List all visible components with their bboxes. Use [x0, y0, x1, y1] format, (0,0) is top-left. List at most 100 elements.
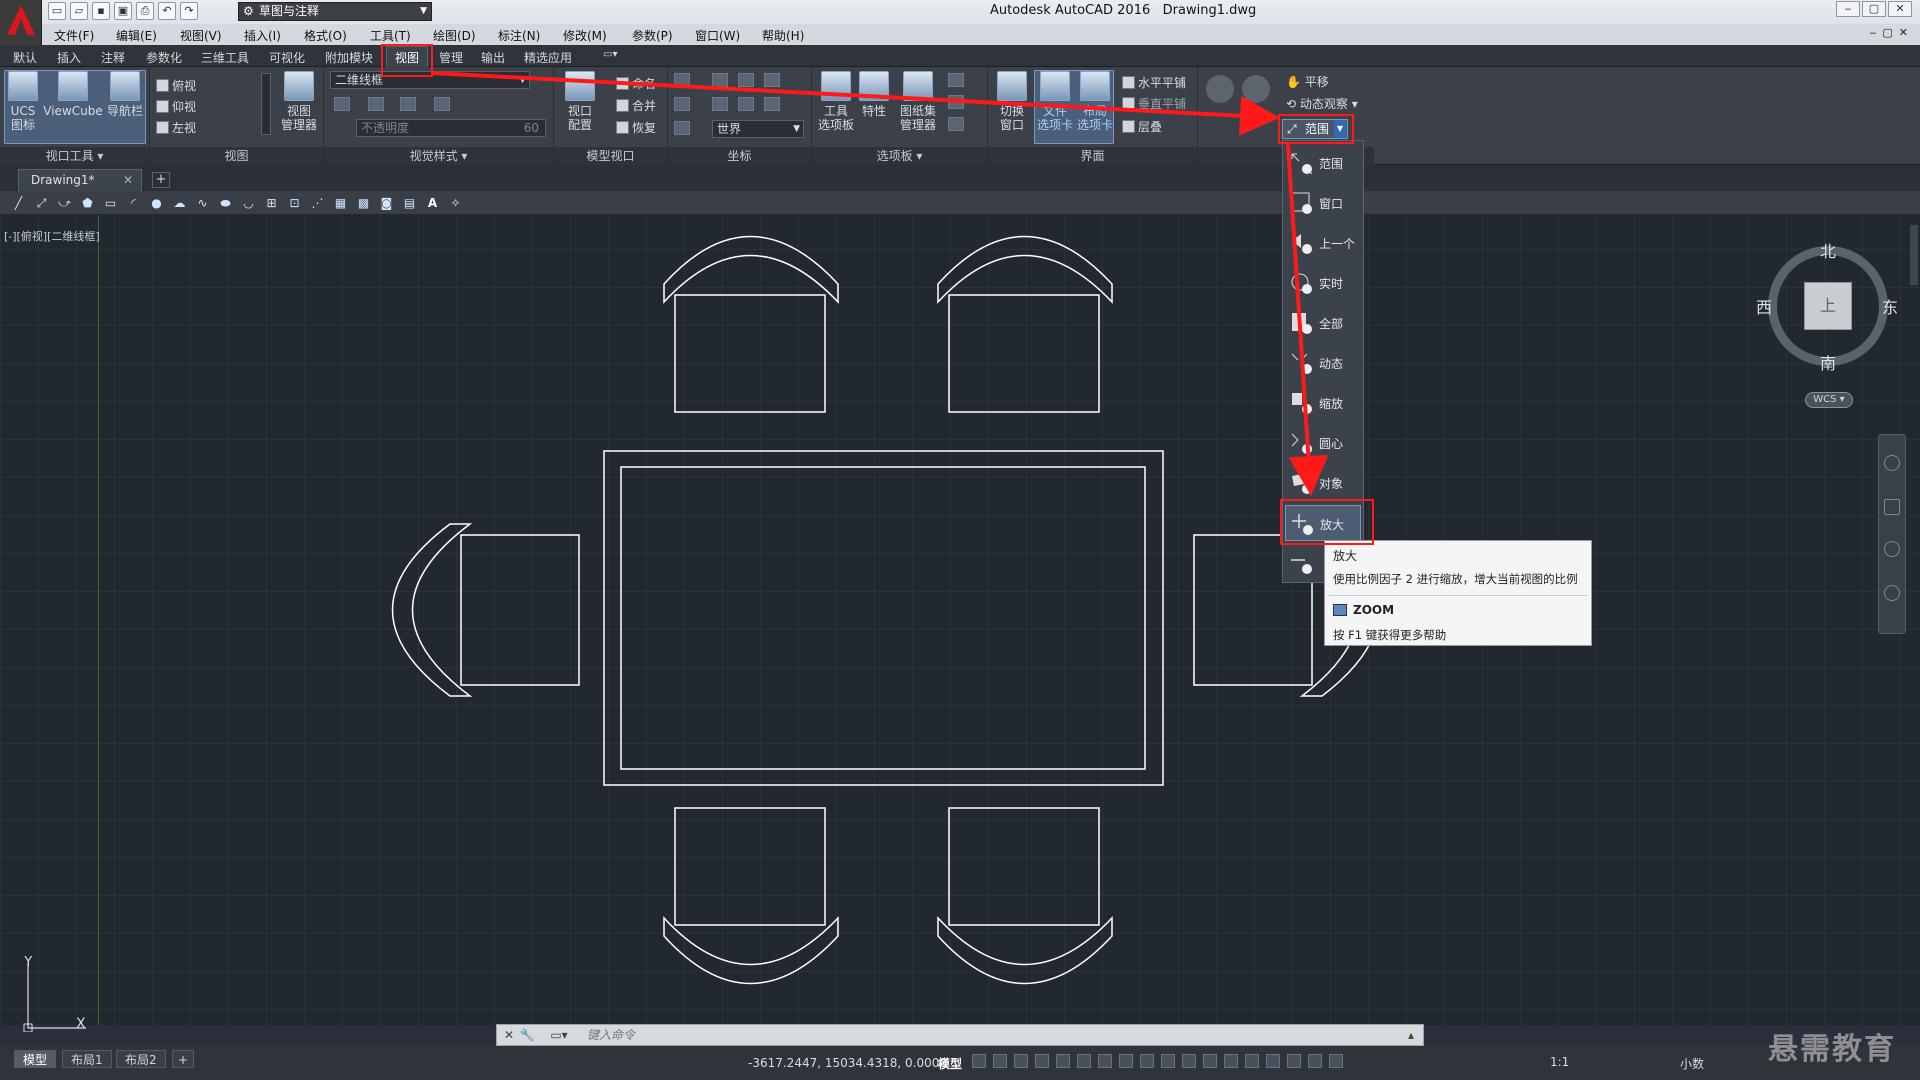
ucs-tool-icon-1[interactable]	[674, 73, 690, 87]
new-tab-button[interactable]: +	[152, 172, 170, 188]
viewport-restore[interactable]: 恢复	[616, 119, 656, 136]
save-as-icon[interactable]: ▣	[114, 2, 132, 20]
lineweight-icon[interactable]	[1161, 1054, 1175, 1068]
spline-icon[interactable]: ∿	[194, 195, 211, 211]
compass-east[interactable]: 东	[1882, 294, 1898, 318]
viewport-join[interactable]: 合并	[616, 97, 656, 114]
ribbon-toggle-icon[interactable]: ▭▾	[603, 49, 617, 60]
3d-osnap-icon[interactable]	[1224, 1054, 1238, 1068]
auto-scale-icon[interactable]	[1329, 1054, 1343, 1068]
revcloud-icon[interactable]: ☁	[171, 195, 188, 211]
palette-icon-1[interactable]	[948, 73, 964, 87]
polygon-icon[interactable]: ⬟	[79, 195, 96, 211]
viewcube[interactable]: 上 北 南 东 西	[1756, 236, 1898, 376]
zoom-center-item[interactable]: 圆心	[1285, 425, 1361, 461]
polar-tracking-icon[interactable]	[1077, 1054, 1091, 1068]
properties-button[interactable]: 特性	[858, 71, 890, 118]
command-input[interactable]: 键入命令	[587, 1025, 635, 1045]
panel-title-visual-styles[interactable]: 视觉样式 ▾	[324, 147, 553, 165]
viewport-named[interactable]: 命名	[616, 75, 656, 92]
tab-layout2[interactable]: 布局2	[116, 1050, 166, 1068]
model-space-toggle[interactable]: 模型	[938, 1055, 962, 1072]
arc-icon[interactable]: ◜	[125, 195, 142, 211]
zoom-previous-item[interactable]: 上一个	[1285, 225, 1361, 261]
isodraft-icon[interactable]	[1098, 1054, 1112, 1068]
tile-vertical[interactable]: 垂直平铺	[1122, 95, 1186, 112]
navbar-button[interactable]: 导航栏	[106, 71, 144, 118]
add-selected-icon[interactable]: ✧	[447, 195, 464, 211]
ortho-icon[interactable]	[1056, 1054, 1070, 1068]
ucs-icon-button[interactable]: UCS 图标	[6, 71, 40, 132]
steeringwheel-icon[interactable]	[1206, 75, 1234, 103]
add-layout-button[interactable]: +	[172, 1050, 195, 1068]
insert-block-icon[interactable]: ⊞	[263, 195, 280, 211]
ucs-tool-icon-4[interactable]	[764, 73, 780, 87]
palette-icon-2[interactable]	[948, 95, 964, 109]
object-snap-icon[interactable]	[1140, 1054, 1154, 1068]
ellipse-arc-icon[interactable]: ◡	[240, 195, 257, 211]
object-snap-tracking-icon[interactable]	[1119, 1054, 1133, 1068]
infer-constraints-icon[interactable]	[1014, 1054, 1028, 1068]
dynamic-ucs-icon[interactable]	[1245, 1054, 1259, 1068]
layout-tabs-button[interactable]: 布局 选项卡	[1076, 71, 1114, 132]
menu-view[interactable]: 视图(V)	[180, 27, 222, 44]
line-tool-icon[interactable]: ╱	[10, 195, 27, 211]
menu-dimension[interactable]: 标注(N)	[498, 27, 540, 44]
autocad-logo-button[interactable]	[0, 0, 42, 45]
tab-insert[interactable]: 插入	[57, 49, 81, 66]
transparency-icon[interactable]	[1182, 1054, 1196, 1068]
tile-horizontal[interactable]: 水平平铺	[1122, 74, 1186, 91]
tab-manage[interactable]: 管理	[439, 49, 463, 66]
selection-cycling-icon[interactable]	[1203, 1054, 1217, 1068]
viewcube-button[interactable]: ViewCube	[42, 71, 104, 118]
redo-icon[interactable]: ↷	[180, 2, 198, 20]
view-bottom[interactable]: 仰视	[156, 98, 196, 115]
compass-south[interactable]: 南	[1820, 350, 1836, 374]
dynamic-input-icon[interactable]	[1035, 1054, 1049, 1068]
tab-model[interactable]: 模型	[14, 1050, 57, 1068]
table-icon[interactable]: ▤	[401, 195, 418, 211]
ucs-tool-icon-7[interactable]	[738, 97, 754, 111]
point-icon[interactable]: ⋰	[309, 195, 326, 211]
visual-style-icon-2[interactable]	[368, 97, 384, 111]
full-navigation-wheel-icon[interactable]	[1884, 455, 1900, 471]
tab-addins[interactable]: 附加模块	[325, 49, 373, 66]
zoom-scale-item[interactable]: 缩放	[1285, 385, 1361, 421]
tab-layout1[interactable]: 布局1	[62, 1050, 112, 1068]
tab-3d-tools[interactable]: 三维工具	[201, 49, 249, 66]
file-tabs-button[interactable]: 文件 选项卡	[1036, 71, 1074, 132]
maximize-button[interactable]: ▢	[1862, 1, 1886, 17]
construction-line-icon[interactable]: ⤢	[33, 195, 50, 211]
viewcube-top-face[interactable]: 上	[1804, 282, 1852, 330]
pan-button[interactable]: ✋ 平移	[1286, 73, 1329, 90]
menu-parametric[interactable]: 参数(P)	[632, 27, 673, 44]
viewport-config-button[interactable]: 视口 配置	[560, 71, 600, 132]
views-scrollbar[interactable]	[261, 73, 271, 135]
panel-title-palettes[interactable]: 选项板 ▾	[812, 147, 987, 165]
ucs-tool-icon-2[interactable]	[712, 73, 728, 87]
palette-icon-3[interactable]	[948, 117, 964, 131]
expand-history-icon[interactable]: ▴	[1403, 1027, 1419, 1043]
tab-parametric[interactable]: 参数化	[146, 49, 182, 66]
visual-style-icon-3[interactable]	[400, 97, 416, 111]
view-top[interactable]: 俯视	[156, 77, 196, 94]
orbit-icon[interactable]	[1884, 585, 1900, 601]
ucs-tool-icon-3[interactable]	[738, 73, 754, 87]
zoom-object-item[interactable]: 对象	[1285, 465, 1361, 501]
units-display[interactable]: 小数	[1680, 1055, 1704, 1072]
new-file-icon[interactable]: ▭	[48, 2, 66, 20]
undo-icon[interactable]: ↶	[158, 2, 176, 20]
compass-north[interactable]: 北	[1820, 238, 1836, 262]
zoom-icon[interactable]	[1884, 541, 1900, 557]
gizmo-icon[interactable]	[1287, 1054, 1301, 1068]
visual-style-icon-4[interactable]	[434, 97, 450, 111]
zoom-dynamic-item[interactable]: 动态	[1285, 345, 1361, 381]
open-file-icon[interactable]: ▱	[70, 2, 88, 20]
gradient-icon[interactable]: ▩	[355, 195, 372, 211]
menu-modify[interactable]: 修改(M)	[563, 27, 607, 44]
wrench-icon[interactable]: 🔧	[519, 1027, 535, 1043]
snap-icon[interactable]	[993, 1054, 1007, 1068]
command-line-close-icon[interactable]: ✕	[501, 1027, 517, 1043]
ucs-tool-icon-9[interactable]	[674, 121, 690, 135]
recent-commands-icon[interactable]: ▭▾	[547, 1027, 571, 1043]
